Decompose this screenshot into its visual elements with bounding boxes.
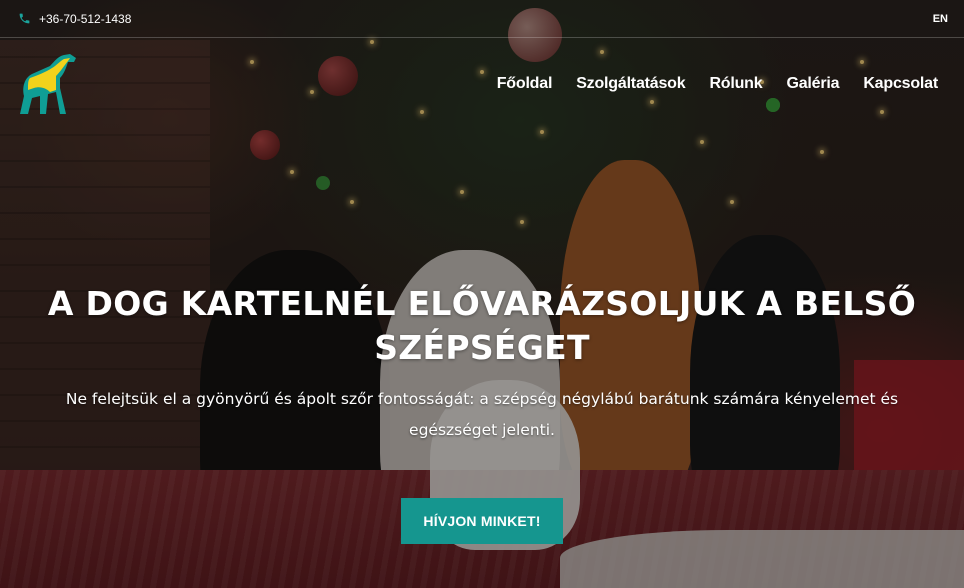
nav-item-rolunk[interactable]: Rólunk	[709, 75, 762, 93]
phone-icon	[19, 13, 30, 24]
language-switch[interactable]: EN	[933, 13, 948, 25]
top-bar: +36-70-512-1438 EN	[0, 0, 964, 38]
hero-title: A Dog Kartelnél elővarázsoljuk a belső s…	[47, 284, 917, 367]
greyhound-logo-icon[interactable]	[16, 48, 78, 120]
hero-section: +36-70-512-1438 EN Főoldal Szolgáltatáso…	[0, 0, 964, 588]
main-header: Főoldal Szolgáltatások Rólunk Galéria Ka…	[0, 44, 964, 124]
main-nav: Főoldal Szolgáltatások Rólunk Galéria Ka…	[497, 75, 938, 93]
hero-subtitle: Ne felejtsük el a gyönyörű és ápolt szőr…	[65, 390, 899, 439]
hero-content: A Dog Kartelnél elővarázsoljuk a belső s…	[0, 282, 964, 544]
nav-item-galeria[interactable]: Galéria	[786, 75, 839, 93]
phone-number: +36-70-512-1438	[39, 11, 132, 26]
nav-item-kapcsolat[interactable]: Kapcsolat	[863, 75, 938, 93]
nav-item-szolgaltatasok[interactable]: Szolgáltatások	[576, 75, 685, 93]
nav-item-fooldal[interactable]: Főoldal	[497, 75, 553, 93]
call-us-button[interactable]: HÍVJON MINKET!	[401, 498, 563, 544]
phone-contact[interactable]: +36-70-512-1438	[18, 12, 131, 26]
